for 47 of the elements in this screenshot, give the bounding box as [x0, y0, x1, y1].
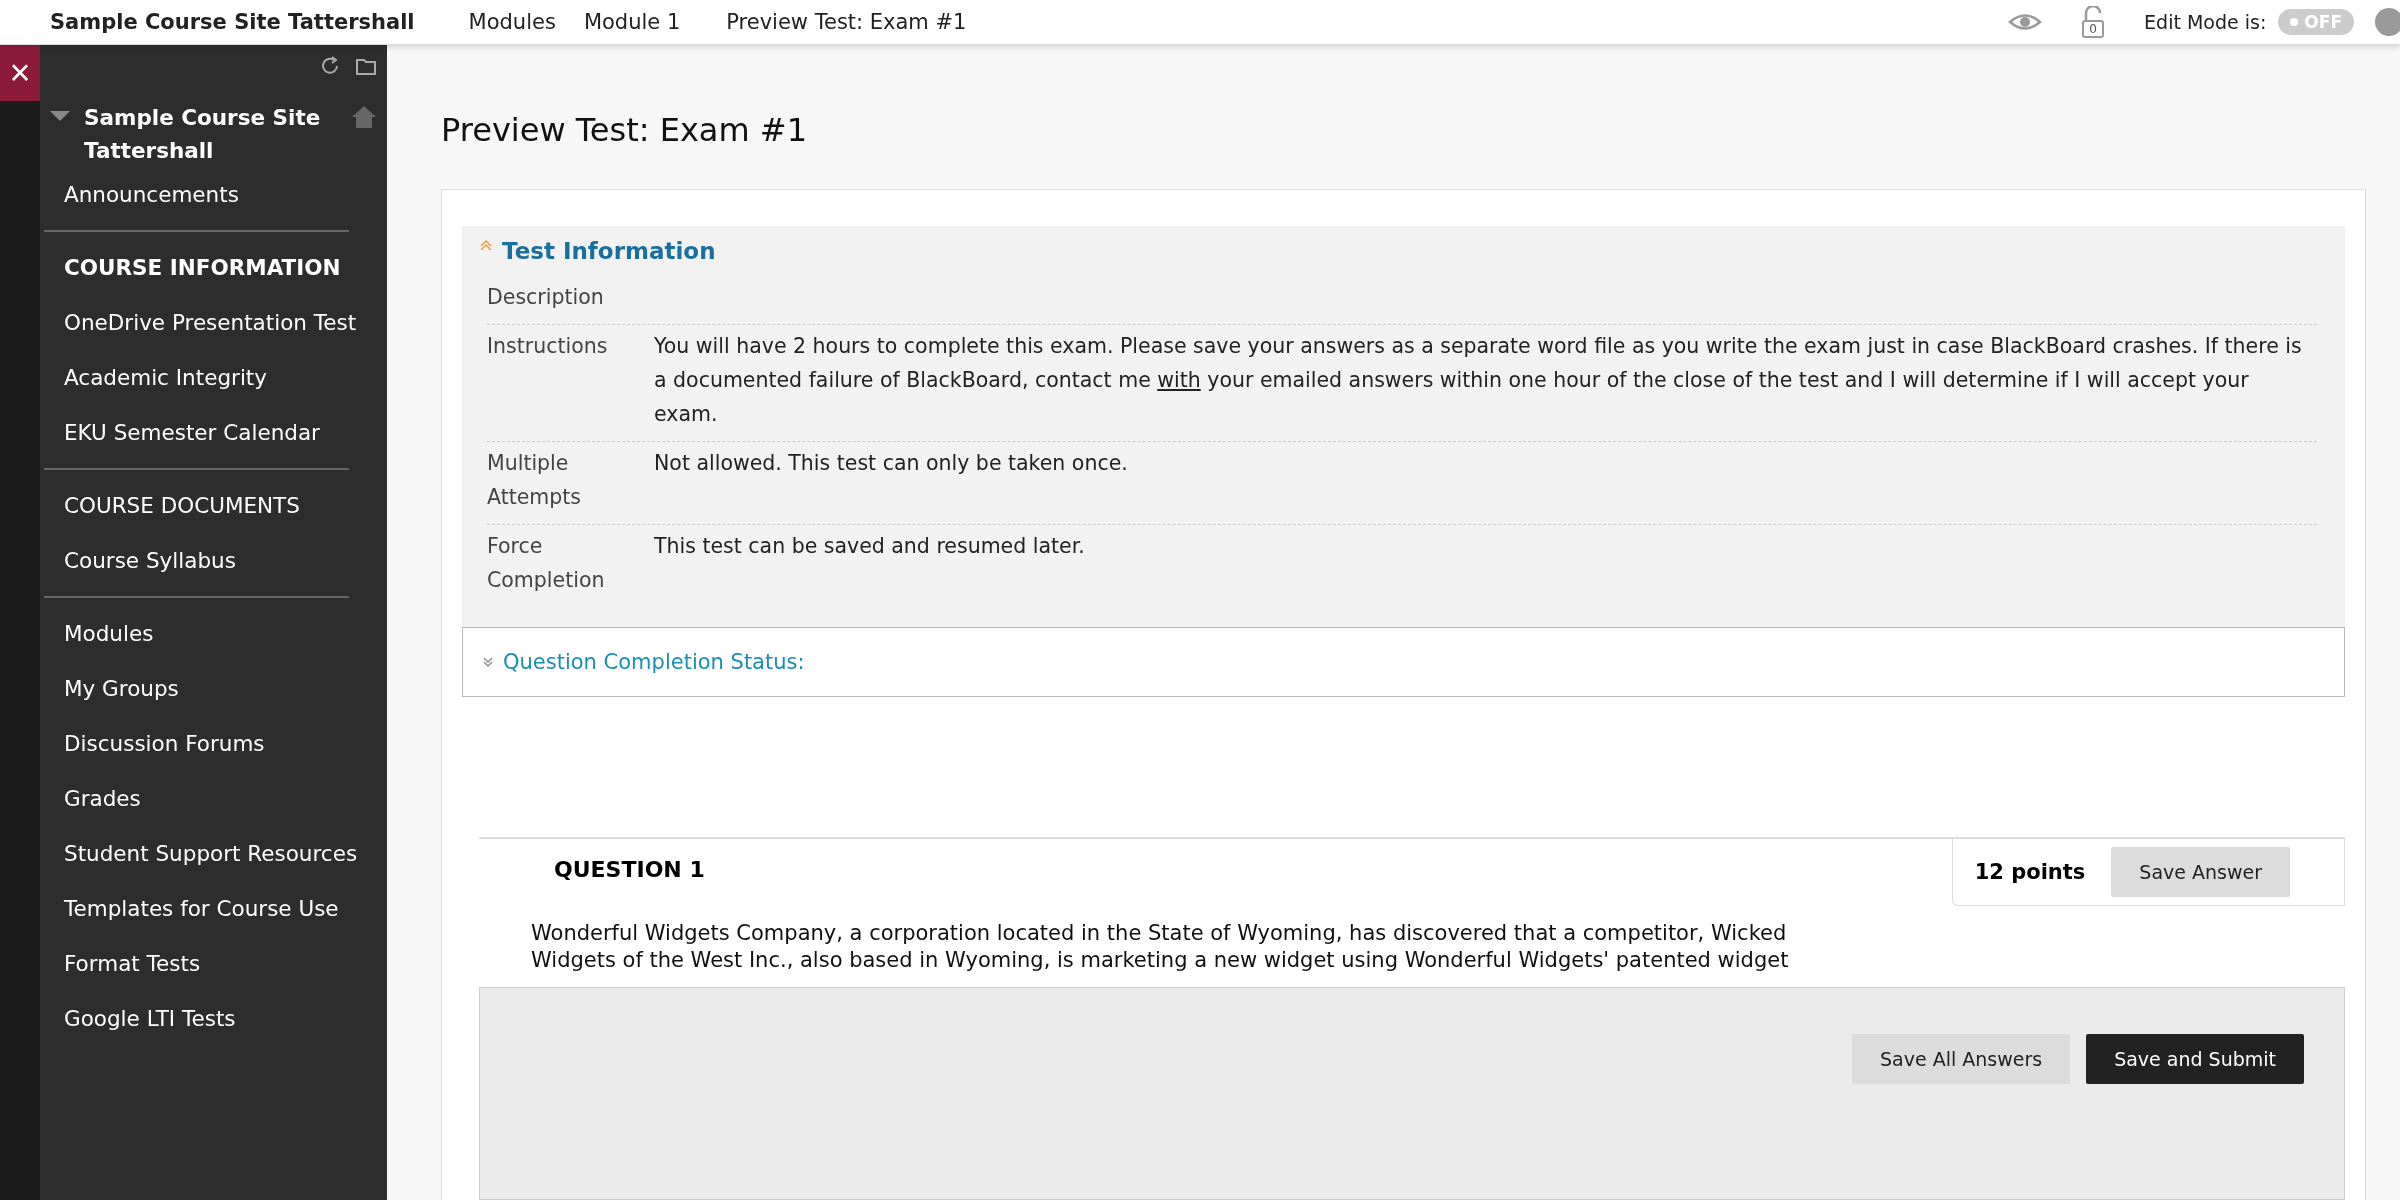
breadcrumb-link[interactable]: Modules: [468, 10, 556, 34]
menu-item[interactable]: Course Syllabus: [40, 533, 387, 588]
menu-item[interactable]: Format Tests: [40, 936, 387, 991]
points-label: 12 points: [1974, 860, 2086, 884]
inline-link[interactable]: with: [1157, 368, 1201, 392]
question-text: Widgets of the West Inc., also based in Wyoming, is marketing a new widget using Wonderful Widgets' patented widget: [531, 947, 1790, 974]
close-button[interactable]: ×: [0, 45, 40, 101]
edit-mode-label: Edit Mode is:: [2144, 11, 2267, 33]
refresh-icon[interactable]: [319, 55, 341, 77]
field-value: Not allowed. This test can only be taken once.: [654, 450, 1129, 477]
menu-item[interactable]: OneDrive Presentation Test: [40, 295, 387, 350]
field-value: This test can be saved and resumed later.: [654, 533, 1086, 560]
field-value: You will have 2 hours to complete this exam. Please save your answers as a separate word file as you write the exam just in case BlackBoard crashes. If there is a documented failure of BlackBoard, contact me with your emailed answers within one hour of the close of the test and I will determine if I will accept your exam.: [654, 333, 2303, 428]
question-title: QUESTION 1: [554, 857, 705, 882]
breadcrumb-link[interactable]: Preview Test: Exam #1: [726, 10, 967, 34]
lock-count: 0: [2082, 20, 2104, 38]
menu-item[interactable]: My Groups: [40, 661, 387, 716]
course-title-link[interactable]: Sample Course Site Tattershall: [84, 101, 324, 167]
section-title-link[interactable]: Question Completion Status:: [503, 650, 805, 674]
question-text: Wonderful Widgets Company, a corporation located in the State of Wyoming, has discovered that a competitor, Wicked: [531, 920, 1788, 947]
menu-item[interactable]: Discussion Forums: [40, 716, 387, 771]
menu-heading[interactable]: COURSE INFORMATION: [40, 240, 387, 295]
save-answer-button[interactable]: Save Answer: [2111, 847, 2290, 897]
menu-item[interactable]: Student Support Resources: [40, 826, 387, 881]
section-title-link[interactable]: Test Information: [502, 238, 716, 264]
menu-item[interactable]: Academic Integrity: [40, 350, 387, 405]
page-title: Preview Test: Exam #1: [441, 111, 808, 149]
field-label: Force Completion: [487, 533, 606, 594]
menu-item[interactable]: Google LTI Tests: [40, 991, 387, 1046]
breadcrumb-link[interactable]: Module 1: [583, 10, 681, 34]
expand-chevron-icon[interactable]: [483, 657, 493, 667]
collapse-chevron-icon[interactable]: [480, 240, 492, 250]
menu-item[interactable]: Modules: [40, 606, 387, 661]
course-link[interactable]: Sample Course Site Tattershall: [50, 10, 415, 34]
menu-item[interactable]: EKU Semester Calendar: [40, 405, 387, 460]
field-label: Multiple Attempts: [487, 450, 583, 511]
lock-icon[interactable]: 0: [2082, 6, 2105, 38]
menu-item[interactable]: Grades: [40, 771, 387, 826]
menu-item[interactable]: Templates for Course Use: [40, 881, 387, 936]
home-icon[interactable]: [351, 105, 377, 129]
collapse-caret-icon[interactable]: [50, 111, 70, 123]
submit-button[interactable]: Save and Submit: [2086, 1034, 2304, 1084]
save-all-button[interactable]: Save All Answers: [1851, 1034, 2071, 1084]
field-label: Instructions: [487, 333, 609, 360]
menu-item[interactable]: COURSE DOCUMENTS: [40, 478, 387, 533]
field-label: Description: [487, 284, 605, 311]
menu-item[interactable]: Announcements: [40, 167, 387, 222]
